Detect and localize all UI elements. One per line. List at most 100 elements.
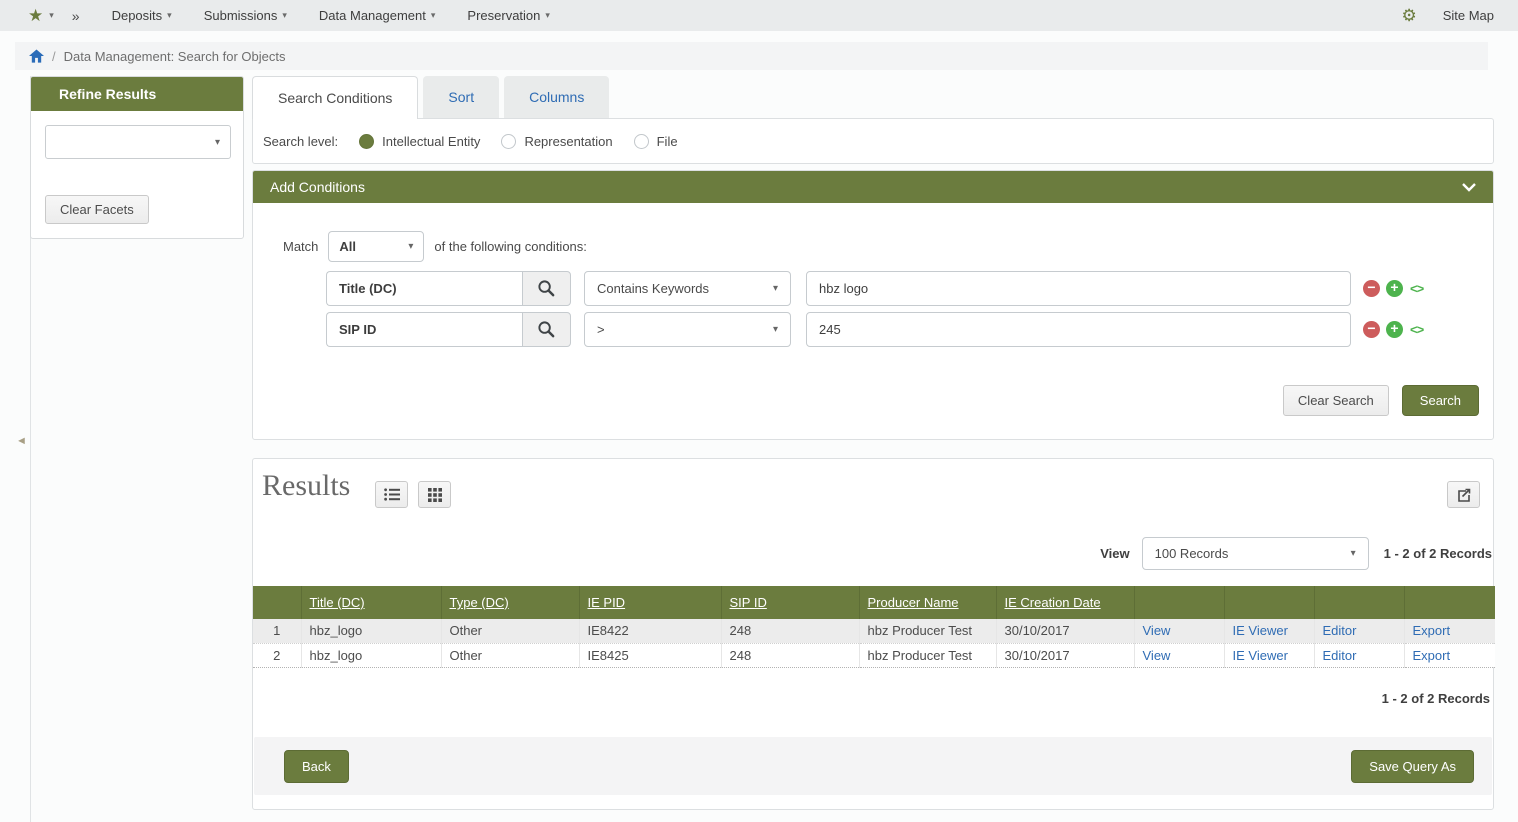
cell-editor: Editor <box>1314 643 1404 667</box>
search-icon <box>537 279 556 298</box>
tab-search-conditions[interactable]: Search Conditions <box>252 76 418 119</box>
add-condition-icon[interactable]: + <box>1386 280 1403 297</box>
chevron-down-icon[interactable] <box>1462 183 1476 192</box>
radio-representation[interactable]: Representation <box>501 134 612 149</box>
condition-value-input[interactable] <box>806 312 1351 347</box>
col-sip-id: SIP ID <box>721 586 859 619</box>
cell-number: 2 <box>253 643 301 667</box>
match-select-value: All <box>339 239 408 254</box>
condition-field-input[interactable] <box>326 312 522 347</box>
menu-submissions[interactable]: Submissions ▾ <box>204 8 287 23</box>
grid-view-button[interactable] <box>418 481 451 508</box>
refine-results-title: Refine Results <box>59 86 156 102</box>
top-nav: ★ ▾ » Deposits ▾ Submissions ▾ Data Mana… <box>0 0 1518 31</box>
back-button[interactable]: Back <box>284 750 349 783</box>
remove-condition-icon[interactable]: − <box>1363 321 1380 338</box>
table-header-row: Title (DC) Type (DC) IE PID SIP ID Produ… <box>253 586 1495 619</box>
menu-submissions-label: Submissions <box>204 8 278 23</box>
clear-facets-button[interactable]: Clear Facets <box>45 195 149 224</box>
tab-columns[interactable]: Columns <box>504 76 609 118</box>
col-view <box>1134 586 1224 619</box>
code-condition-icon[interactable]: <> <box>1410 322 1423 337</box>
field-lookup-button[interactable] <box>522 271 571 306</box>
editor-link[interactable]: Editor <box>1323 623 1357 638</box>
add-condition-icon[interactable]: + <box>1386 321 1403 338</box>
code-condition-icon[interactable]: <> <box>1410 281 1423 296</box>
export-link[interactable]: Export <box>1413 648 1451 663</box>
chevron-down-icon: ▾ <box>167 10 172 21</box>
favorites-caret-icon[interactable]: ▾ <box>49 10 54 21</box>
cell-type: Other <box>441 619 579 643</box>
sort-producer-link[interactable]: Producer Name <box>868 595 959 610</box>
menu-data-management[interactable]: Data Management ▾ <box>319 8 435 23</box>
sort-creation-date-link[interactable]: IE Creation Date <box>1005 595 1101 610</box>
cell-number: 1 <box>253 619 301 643</box>
breadcrumb-separator: / <box>52 49 56 64</box>
results-panel: Results <box>252 458 1494 810</box>
list-view-button[interactable] <box>375 481 408 508</box>
cell-producer: hbz Producer Test <box>859 619 996 643</box>
search-button[interactable]: Search <box>1402 385 1479 416</box>
save-query-as-button[interactable]: Save Query As <box>1351 750 1474 783</box>
radio-file[interactable]: File <box>634 134 678 149</box>
sort-sip-id-link[interactable]: SIP ID <box>730 595 767 610</box>
field-lookup-button[interactable] <box>522 312 571 347</box>
ie-viewer-link[interactable]: IE Viewer <box>1233 623 1288 638</box>
chevron-down-icon: ▾ <box>1351 548 1356 559</box>
export-link[interactable]: Export <box>1413 623 1451 638</box>
chevron-down-icon: ▾ <box>215 137 220 148</box>
remove-condition-icon[interactable]: − <box>1363 280 1380 297</box>
condition-operator-select[interactable]: Contains Keywords ▾ <box>584 271 791 306</box>
match-row: Match All ▾ of the following conditions: <box>283 231 587 262</box>
site-map-link[interactable]: Site Map <box>1443 8 1494 23</box>
condition-field-input[interactable] <box>326 271 522 306</box>
records-per-page-select[interactable]: 100 Records ▾ <box>1142 537 1369 570</box>
home-icon[interactable] <box>29 49 44 63</box>
search-level-label: Search level: <box>263 134 338 149</box>
ie-viewer-link[interactable]: IE Viewer <box>1233 648 1288 663</box>
clear-search-button[interactable]: Clear Search <box>1283 385 1389 416</box>
favorites-star-icon[interactable]: ★ <box>28 6 43 26</box>
cell-created: 30/10/2017 <box>996 643 1134 667</box>
breadcrumb-path: Data Management: Search for Objects <box>64 49 286 64</box>
editor-link[interactable]: Editor <box>1323 648 1357 663</box>
condition-buttons: Clear Search Search <box>1283 385 1479 416</box>
radio-intellectual-entity[interactable]: Intellectual Entity <box>359 134 480 149</box>
chevron-down-icon: ▾ <box>773 283 778 294</box>
table-row: 1 hbz_logo Other IE8422 248 hbz Producer… <box>253 619 1495 643</box>
search-level-bar: Search level: Intellectual Entity Repres… <box>252 118 1494 164</box>
menu-deposits[interactable]: Deposits ▾ <box>112 8 172 23</box>
results-footer: Back Save Query As <box>254 737 1492 795</box>
condition-value-input[interactable] <box>806 271 1351 306</box>
view-link[interactable]: View <box>1143 623 1171 638</box>
condition-operator-value: > <box>597 322 773 337</box>
sort-ie-pid-link[interactable]: IE PID <box>588 595 626 610</box>
refine-results-panel: Refine Results ▾ Clear Facets <box>30 76 244 239</box>
gear-icon[interactable]: ⚙ <box>1401 6 1416 26</box>
tab-sort[interactable]: Sort <box>423 76 499 118</box>
collapse-sidebar-icon[interactable]: ◄ <box>16 435 27 447</box>
sort-title-link[interactable]: Title (DC) <box>310 595 365 610</box>
cell-sip-id: 248 <box>721 643 859 667</box>
results-table: Title (DC) Type (DC) IE PID SIP ID Produ… <box>253 586 1495 668</box>
add-conditions-header[interactable]: Add Conditions <box>253 171 1493 203</box>
menu-preservation[interactable]: Preservation ▾ <box>467 8 550 23</box>
match-select[interactable]: All ▾ <box>328 231 424 262</box>
chevron-down-icon: ▾ <box>282 10 287 21</box>
menu-data-management-label: Data Management <box>319 8 426 23</box>
facet-select[interactable]: ▾ <box>45 125 231 159</box>
record-count-bottom: 1 - 2 of 2 Records <box>1382 691 1490 706</box>
view-row: View 100 Records ▾ 1 - 2 of 2 Records <box>1100 537 1492 570</box>
view-link[interactable]: View <box>1143 648 1171 663</box>
condition-operator-value: Contains Keywords <box>597 281 773 296</box>
breadcrumb: / Data Management: Search for Objects <box>15 42 1488 70</box>
cell-ie-pid: IE8425 <box>579 643 721 667</box>
expand-menu-icon[interactable]: » <box>72 8 80 24</box>
condition-row-icons: − + <> <box>1363 280 1423 297</box>
condition-operator-select[interactable]: > ▾ <box>584 312 791 347</box>
col-ie-pid: IE PID <box>579 586 721 619</box>
cell-sip-id: 248 <box>721 619 859 643</box>
add-conditions-title: Add Conditions <box>270 179 365 195</box>
export-results-button[interactable] <box>1447 481 1480 508</box>
sort-type-link[interactable]: Type (DC) <box>450 595 509 610</box>
